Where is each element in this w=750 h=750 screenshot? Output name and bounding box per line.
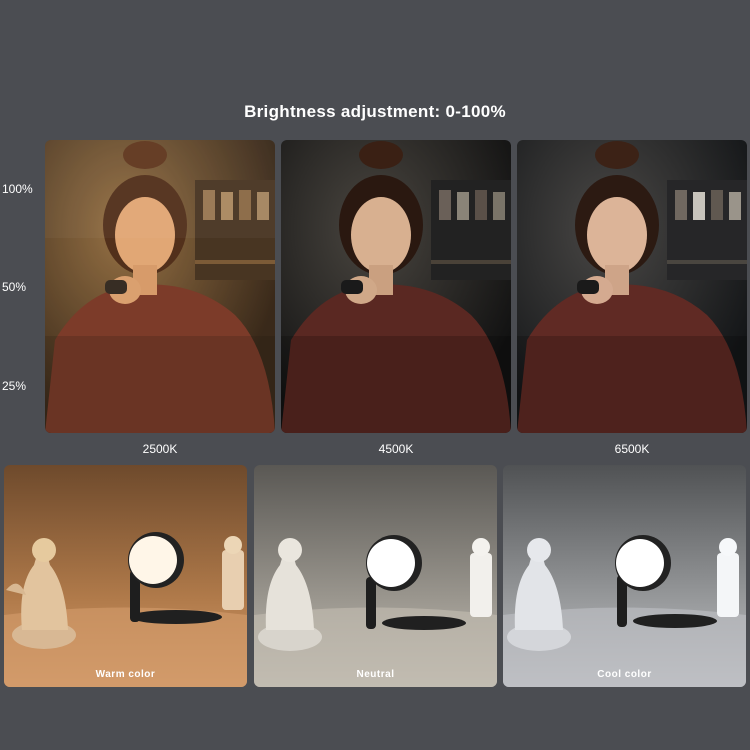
lamp-photo-cool: Cool color [503, 465, 746, 687]
portrait-illustration [45, 140, 275, 433]
lamp-mode-label: Cool color [597, 669, 652, 680]
lamp-photo-neutral: Neutral [254, 465, 497, 687]
color-temperature-label-2500k: 2500K [142, 442, 178, 456]
portrait-illustration [281, 140, 511, 433]
lamp-illustration [4, 465, 247, 687]
portrait-photo-cool [517, 140, 747, 433]
lamp-illustration [503, 465, 746, 687]
lamp-mode-label: Neutral [356, 669, 395, 680]
brightness-level-100: 100% [2, 182, 33, 196]
lamp-illustration [254, 465, 497, 687]
brightness-level-50: 50% [2, 280, 27, 294]
color-temperature-label-4500k: 4500K [378, 442, 414, 456]
lamp-photo-warm: Warm color [4, 465, 247, 687]
lamp-mode-label: Warm color [95, 669, 156, 680]
portrait-illustration [517, 140, 747, 433]
brightness-level-25: 25% [2, 379, 27, 393]
portrait-photo-warm [45, 140, 275, 433]
portrait-photo-neutral [281, 140, 511, 433]
page-title: Brightness adjustment: 0-100% [244, 102, 506, 121]
color-temperature-label-6500k: 6500K [614, 442, 650, 456]
